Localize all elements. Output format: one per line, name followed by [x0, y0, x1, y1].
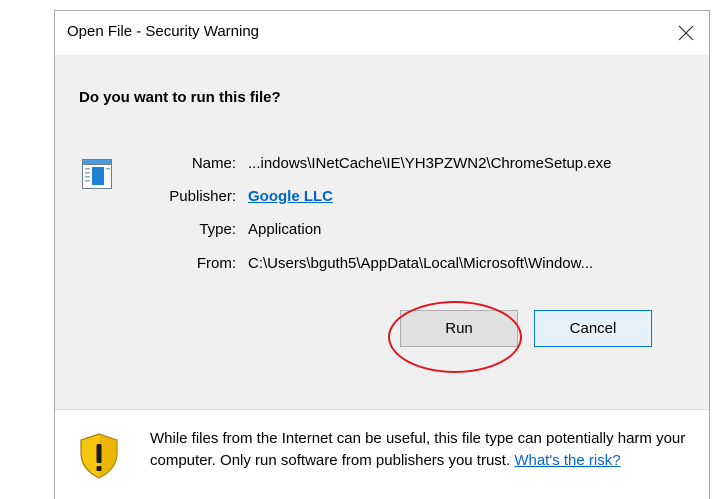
- cancel-button-label: Cancel: [569, 320, 617, 337]
- publisher-row: Publisher: Google LLC: [55, 188, 709, 212]
- type-row: Type: Application: [55, 221, 709, 245]
- dialog-title: Open File - Security Warning: [67, 23, 260, 40]
- publisher-label: Publisher:: [169, 188, 236, 205]
- close-icon: [678, 25, 694, 41]
- type-value: Application: [248, 221, 322, 238]
- run-button[interactable]: Run: [400, 310, 518, 347]
- warning-footer: While files from the Internet can be use…: [55, 410, 709, 499]
- publisher-link[interactable]: Google LLC: [248, 188, 333, 205]
- name-row: Name: ...indows\INetCache\IE\YH3PZWN2\Ch…: [55, 155, 709, 179]
- warning-message: While files from the Internet can be use…: [150, 428, 695, 472]
- close-button[interactable]: [663, 11, 709, 55]
- type-label: Type:: [199, 221, 236, 238]
- title-bar[interactable]: Open File - Security Warning: [55, 11, 709, 55]
- shield-warning-icon: [80, 433, 118, 479]
- name-value: ...indows\INetCache\IE\YH3PZWN2\ChromeSe…: [248, 155, 612, 172]
- from-row: From: C:\Users\bguth5\AppData\Local\Micr…: [55, 255, 709, 279]
- name-label: Name:: [191, 155, 236, 172]
- whats-the-risk-link[interactable]: What's the risk?: [514, 452, 620, 469]
- from-value: C:\Users\bguth5\AppData\Local\Microsoft\…: [248, 255, 594, 272]
- security-warning-dialog: Open File - Security Warning Do you want…: [54, 10, 710, 499]
- cancel-button[interactable]: Cancel: [534, 310, 652, 347]
- from-label: From:: [196, 255, 236, 272]
- run-question: Do you want to run this file?: [79, 89, 281, 106]
- run-button-label: Run: [445, 320, 473, 337]
- dialog-body: Do you want to run this file? Name: ...i…: [55, 55, 709, 409]
